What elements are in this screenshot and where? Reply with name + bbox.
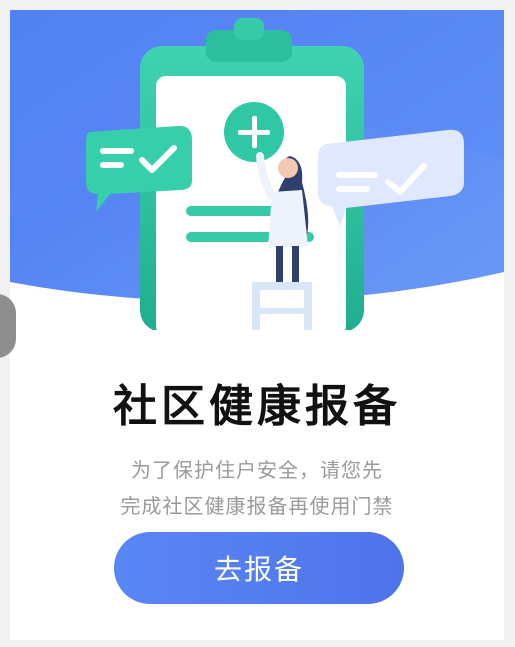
description-line-1: 为了保护住户安全，请您先	[131, 458, 383, 482]
go-report-button[interactable]: 去报备	[114, 532, 404, 604]
description-line-2: 完成社区健康报备再使用门禁	[120, 494, 394, 518]
health-report-card: 社区健康报备 为了保护住户安全，请您先 完成社区健康报备再使用门禁 去报备	[10, 10, 504, 640]
description-text: 为了保护住户安全，请您先 完成社区健康报备再使用门禁	[10, 452, 504, 524]
hero-illustration	[10, 10, 504, 330]
plus-icon	[224, 102, 284, 162]
page-title: 社区健康报备	[113, 381, 401, 433]
